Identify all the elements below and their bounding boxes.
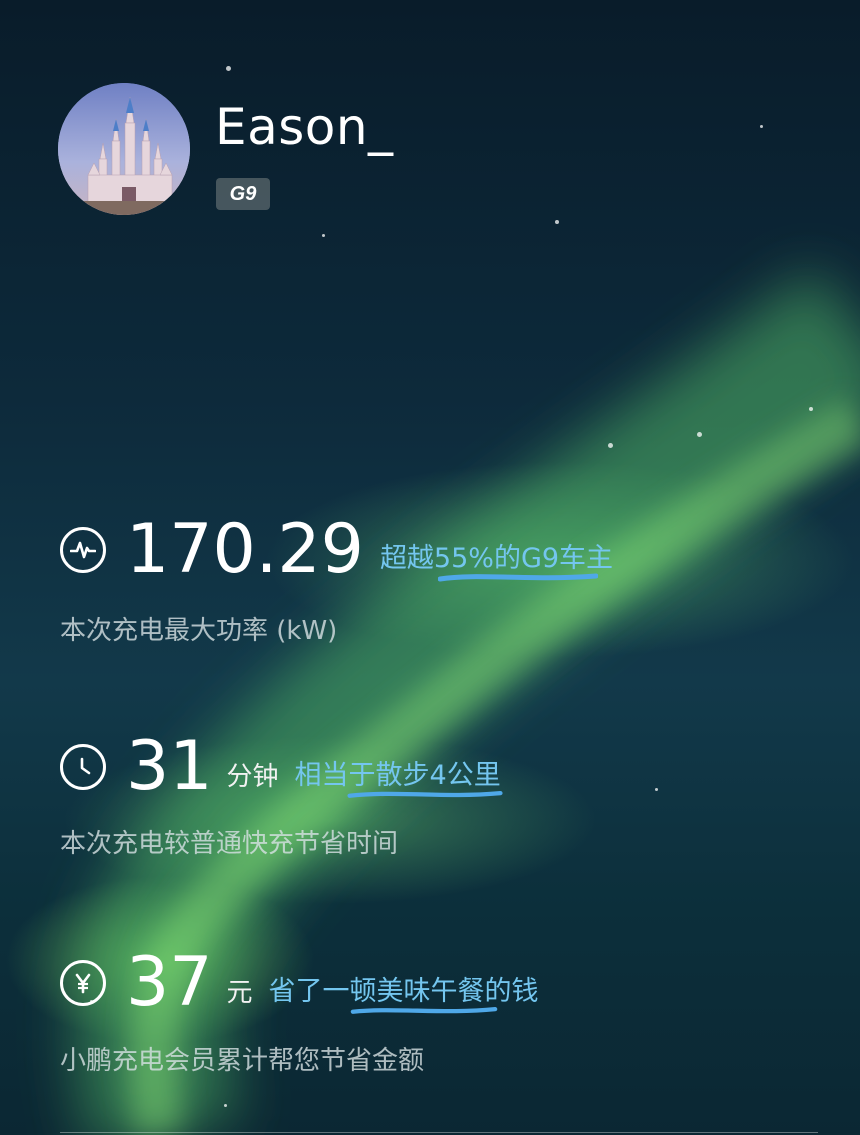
time-saved-highlight: 相当于散步4公里 xyxy=(295,753,503,798)
avatar[interactable] xyxy=(58,83,190,215)
car-model-badge: G9 xyxy=(216,178,270,210)
money-saved-caption: 小鹏充电会员累计帮您节省金额 xyxy=(60,1046,425,1076)
star xyxy=(555,220,559,224)
divider xyxy=(60,1132,818,1133)
star xyxy=(322,234,325,237)
star xyxy=(226,66,231,71)
time-saved-caption: 本次充电较普通快充节省时间 xyxy=(60,829,399,859)
clock-icon xyxy=(60,744,106,790)
money-saved-highlight: 省了一顿美味午餐的钱 xyxy=(269,969,539,1014)
pulse-icon xyxy=(60,527,106,573)
username: Eason_ xyxy=(215,98,394,156)
star xyxy=(809,407,813,411)
max-power-value: 170.29 xyxy=(126,510,364,589)
money-saved-unit: 元 xyxy=(226,977,253,1008)
time-saved-value: 31 xyxy=(126,727,213,806)
time-saved-metric: 31 分钟 相当于散步4公里 xyxy=(60,727,503,806)
max-power-highlight: 超越55%的G9车主 xyxy=(380,536,613,581)
money-saved-value: 37 xyxy=(126,943,213,1022)
star xyxy=(655,788,658,791)
star xyxy=(224,1104,227,1107)
star xyxy=(697,432,702,437)
star xyxy=(608,443,613,448)
max-power-caption: 本次充电最大功率 (kW) xyxy=(60,616,338,646)
yuan-icon xyxy=(60,960,106,1006)
max-power-metric: 170.29 超越55%的G9车主 xyxy=(60,515,613,585)
money-saved-metric: 37 元 省了一顿美味午餐的钱 xyxy=(60,948,539,1018)
time-saved-unit: 分钟 xyxy=(226,761,279,792)
castle-image xyxy=(58,83,190,215)
star xyxy=(760,125,763,128)
